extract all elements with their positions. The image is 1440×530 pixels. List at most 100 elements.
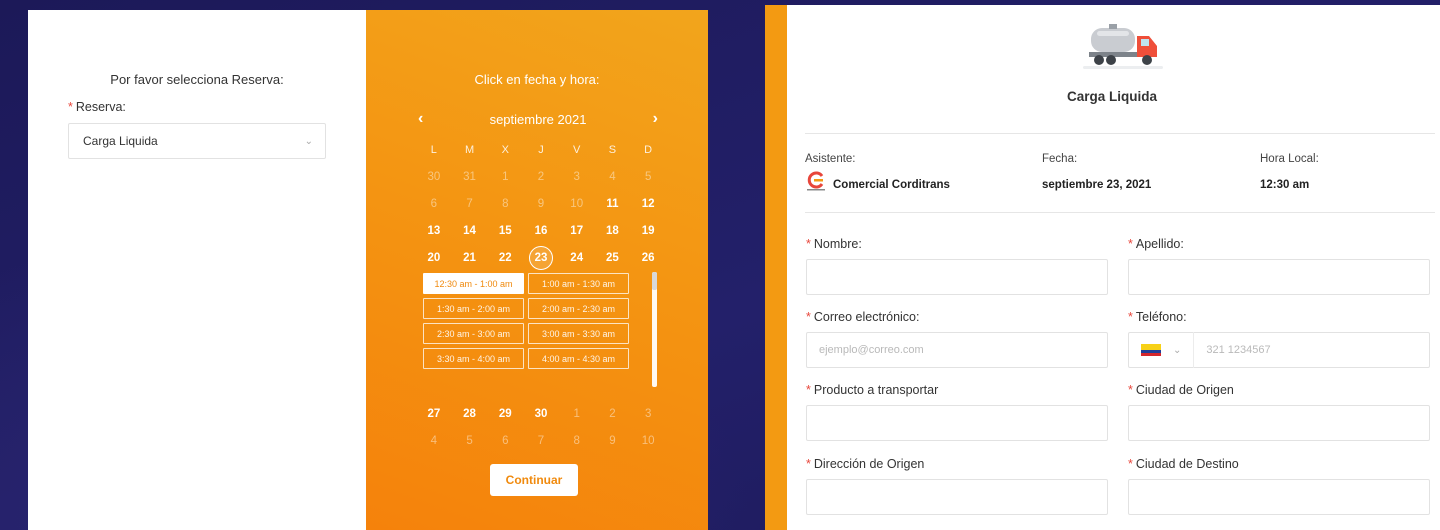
calendar-day[interactable]: 21 [452,244,488,271]
reserva-selected-value: Carga Liquida [83,134,158,148]
time-slot[interactable]: 4:00 am - 4:30 am [528,348,629,369]
calendar-day-selected[interactable]: 23 [523,244,559,271]
calendar-day[interactable]: 13 [416,217,452,244]
time-slot[interactable]: 3:30 am - 4:00 am [423,348,524,369]
fecha-value: septiembre 23, 2021 [1042,179,1152,191]
calendar-day[interactable]: 17 [559,217,595,244]
colombia-flag-icon[interactable] [1141,344,1161,356]
direccion-origen-input[interactable] [806,479,1108,515]
calendar-day[interactable]: 15 [487,217,523,244]
calendar-day: 1 [502,170,509,183]
phone-input[interactable] [1206,344,1387,356]
asistente-label: Asistente: [805,153,856,165]
hora-label: Hora Local: [1260,153,1319,165]
time-slot[interactable]: 1:30 am - 2:00 am [423,298,524,319]
tanker-truck-icon [1083,24,1163,69]
calendar-day: 7 [466,197,473,210]
calendar-day: 6 [502,434,509,447]
time-slot-scrollbar[interactable] [652,272,657,387]
calendar-day: 3 [644,407,652,420]
producto-input[interactable] [806,405,1108,441]
time-slot[interactable]: 2:30 am - 3:00 am [423,323,524,344]
nombre-label-text: Nombre: [813,237,862,251]
calendar-day: 7 [537,434,545,447]
time-slot[interactable]: 1:00 am - 1:30 am [528,273,629,294]
correo-label: * Correo electrónico: [806,310,919,324]
reserva-select[interactable]: Carga Liquida ⌄ [68,123,326,159]
required-asterisk: * [1128,457,1133,471]
calendar-day[interactable]: 25 [595,244,631,271]
reserva-label-text: Reserva: [75,100,126,114]
time-slot-list: 12:30 am - 1:00 am 1:00 am - 1:30 am 1:30 … [423,273,629,369]
reservation-pane: Por favor selecciona Reserva: * Reserva: … [28,10,366,530]
calendar-day[interactable]: 22 [487,244,523,271]
calendar-day[interactable]: 12 [630,190,666,217]
calendar-day: 9 [537,197,545,210]
calendar-day: 10 [570,197,584,210]
weekday-header: V [573,143,581,156]
email-field[interactable] [806,332,1108,368]
scrollbar-thumb[interactable] [652,272,657,290]
calendar-day: 8 [573,434,580,447]
required-asterisk: * [806,457,811,471]
direccion-origen-label-text: Dirección de Origen [813,457,925,471]
time-slot[interactable]: 2:00 am - 2:30 am [528,298,629,319]
divider [805,133,1435,134]
nombre-input[interactable] [806,259,1108,295]
calendar-day[interactable]: 26 [630,244,666,271]
calendar-day[interactable]: 28 [452,400,488,427]
hora-value: 12:30 am [1260,179,1310,191]
telefono-label-text: Teléfono: [1135,310,1187,324]
calendar-day[interactable]: 27 [416,400,452,427]
calendar-day: 4 [430,434,438,447]
ciudad-origen-label-text: Ciudad de Origen [1135,383,1234,397]
reserva-label: * Reserva: [68,100,126,114]
calendar-day[interactable]: 24 [559,244,595,271]
calendar-day[interactable]: 16 [523,217,559,244]
fecha-label: Fecha: [1042,153,1078,165]
weekday-header: S [608,143,617,156]
calendar-day[interactable]: 11 [595,190,631,217]
calendar-day: 1 [573,407,580,420]
booking-card: Por favor selecciona Reserva: * Reserva: … [28,10,708,530]
apellido-input[interactable] [1128,259,1430,295]
calendar-day: 2 [609,407,616,420]
time-slot-selected[interactable]: 12:30 am - 1:00 am [423,273,524,294]
continue-button[interactable]: Continuar [490,464,578,496]
calendar-pane: Click en fecha y hora: ‹ septiembre 2021… [366,10,708,530]
calendar-prompt: Click en fecha y hora: [474,72,600,87]
calendar-day[interactable]: 18 [595,217,631,244]
calendar-day: 6 [430,197,438,210]
ciudad-destino-label-text: Ciudad de Destino [1135,457,1239,471]
calendar-grid-continued: 27 28 29 30 1 2 3 4 5 6 7 8 9 10 [416,400,666,454]
required-asterisk: * [1128,383,1133,397]
calendar-day: 8 [502,197,509,210]
calendar-day[interactable]: 20 [416,244,452,271]
calendar-day: 2 [537,170,545,183]
phone-field: ⌄ [1128,332,1430,368]
time-slot[interactable]: 3:00 am - 3:30 am [528,323,629,344]
direccion-origen-label: * Dirección de Origen [806,457,924,471]
weekday-header: X [501,143,509,156]
required-asterisk: * [806,310,811,324]
calendar-day[interactable]: 14 [452,217,488,244]
ciudad-origen-label: * Ciudad de Origen [1128,383,1234,397]
calendar-day[interactable]: 30 [523,400,559,427]
calendar-day[interactable]: 29 [487,400,523,427]
month-navigation: ‹ septiembre 2021 › [418,110,658,128]
calendar-day: 4 [609,170,616,183]
chevron-down-icon[interactable]: ⌄ [1173,345,1181,356]
ciudad-destino-label: * Ciudad de Destino [1128,457,1239,471]
chevron-left-icon[interactable]: ‹ [418,110,423,128]
calendar-day[interactable]: 19 [630,217,666,244]
corditrans-logo [807,171,825,191]
nombre-label: * Nombre: [806,237,862,251]
weekday-header: M [464,143,475,156]
calendar-day: 31 [463,170,476,183]
ciudad-destino-input[interactable] [1128,479,1430,515]
chevron-right-icon[interactable]: › [653,110,658,128]
phone-divider [1193,332,1195,368]
ciudad-origen-input[interactable] [1128,405,1430,441]
required-asterisk: * [806,383,811,397]
correo-label-text: Correo electrónico: [813,310,920,324]
